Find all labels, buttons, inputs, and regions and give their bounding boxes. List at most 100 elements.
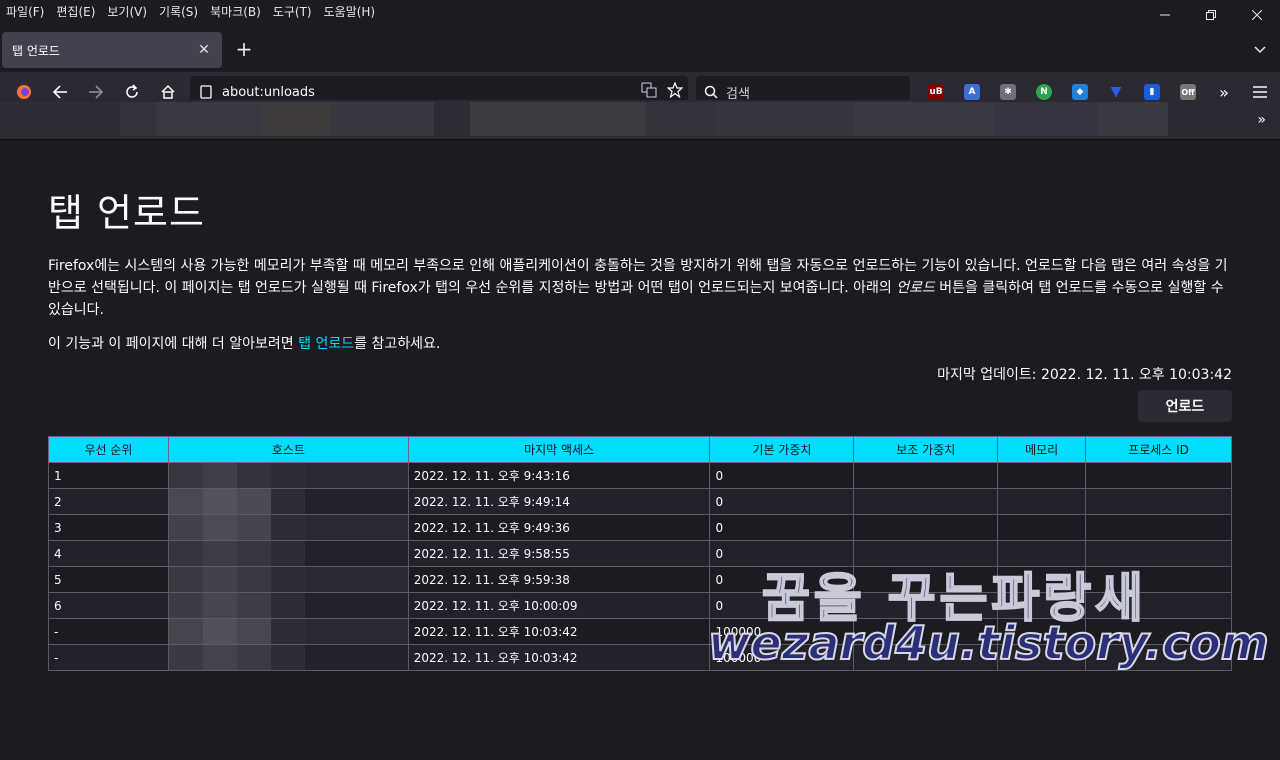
tab-strip: 탭 언로드 ✕ +	[0, 24, 1280, 72]
bookmark-blurred[interactable]	[646, 102, 716, 136]
cell-last-access: 2022. 12. 11. 오후 10:00:09	[407, 592, 711, 619]
column-header-last-access: 마지막 액세스	[407, 436, 711, 463]
bookmark-blurred[interactable]	[716, 102, 854, 136]
bookmark-blurred[interactable]	[994, 102, 1098, 136]
cell-memory	[997, 462, 1087, 489]
minimize-icon	[1160, 14, 1170, 16]
menu-help[interactable]: 도움말(H)	[318, 2, 382, 22]
host-blurred	[168, 515, 305, 540]
watermark-url: wezard4u.tistory.com	[707, 615, 1270, 671]
learn-more-link[interactable]: 탭 언로드	[298, 336, 354, 352]
cell-memory	[997, 514, 1087, 541]
translate-icon[interactable]	[636, 82, 662, 102]
cell-host	[167, 540, 409, 567]
cell-priority: 2	[48, 488, 169, 515]
about-unloads-page: 탭 언로드 Firefox에는 시스템의 사용 가능한 메모리가 부족할 때 메…	[48, 140, 1232, 671]
page-title: 탭 언로드	[48, 191, 205, 235]
cell-memory	[997, 488, 1087, 515]
cell-secondary-weight	[853, 462, 999, 489]
cell-process-id	[1085, 488, 1232, 515]
cell-last-access: 2022. 12. 11. 오후 10:03:42	[407, 644, 711, 671]
host-blurred	[168, 645, 305, 670]
bookmark-blurred[interactable]	[854, 102, 994, 136]
column-header-priority: 우선 순위	[48, 436, 169, 463]
tab-close-icon[interactable]: ✕	[196, 42, 212, 58]
column-header-process-id: 프로세스 ID	[1085, 436, 1232, 463]
bookmark-blurred[interactable]	[470, 102, 646, 136]
bookmark-blurred[interactable]	[0, 102, 120, 136]
learn-more-suffix: 를 참고하세요.	[354, 336, 441, 352]
cell-base-weight: 0	[709, 488, 855, 515]
bookmark-blurred[interactable]	[434, 102, 470, 136]
menu-file[interactable]: 파일(F)	[0, 2, 50, 22]
forward-arrow-icon	[89, 85, 104, 99]
bookmark-blurred[interactable]	[330, 102, 434, 136]
menu-bookmarks[interactable]: 북마크(B)	[204, 2, 267, 22]
cell-host	[167, 592, 409, 619]
home-icon	[161, 84, 175, 99]
cell-last-access: 2022. 12. 11. 오후 9:58:55	[407, 540, 711, 567]
host-blurred	[168, 593, 305, 618]
menu-tools[interactable]: 도구(T)	[267, 2, 318, 22]
cell-host	[167, 488, 409, 515]
bookmarks-overflow-chevrons-icon[interactable]: »	[1257, 112, 1266, 128]
table-row: 3 2022. 12. 11. 오후 9:49:36 0	[48, 514, 1232, 541]
search-icon	[704, 85, 718, 99]
reload-icon	[126, 84, 138, 98]
bookmark-blurred[interactable]	[120, 102, 156, 136]
bookmarks-toolbar: »	[0, 100, 1280, 140]
new-tab-button[interactable]: +	[232, 38, 256, 62]
cell-priority: 5	[48, 566, 169, 593]
unload-button[interactable]: 언로드	[1138, 390, 1232, 422]
menu-bar: 파일(F) 편집(E) 보기(V) 기록(S) 북마크(B) 도구(T) 도움말…	[0, 0, 1280, 24]
tab-unloads[interactable]: 탭 언로드 ✕	[2, 32, 222, 68]
learn-more-prefix: 이 기능과 이 페이지에 대해 더 알아보려면	[48, 336, 299, 352]
cell-base-weight: 0	[709, 514, 855, 541]
cell-last-access: 2022. 12. 11. 오후 10:03:42	[407, 618, 711, 645]
menu-view[interactable]: 보기(V)	[101, 2, 153, 22]
cell-host	[167, 566, 409, 593]
menu-history[interactable]: 기록(S)	[153, 2, 204, 22]
tab-title: 탭 언로드	[12, 43, 60, 58]
cell-secondary-weight	[853, 514, 999, 541]
bookmark-star-icon[interactable]	[662, 81, 688, 102]
tab-list-chevron-down-icon[interactable]	[1250, 38, 1270, 62]
cell-priority: 6	[48, 592, 169, 619]
cell-last-access: 2022. 12. 11. 오후 9:59:38	[407, 566, 711, 593]
cell-priority: -	[48, 618, 169, 645]
cell-base-weight: 0	[709, 462, 855, 489]
bookmark-blurred[interactable]	[156, 102, 260, 136]
back-arrow-icon	[52, 85, 67, 99]
cell-process-id	[1085, 462, 1232, 489]
cell-host	[167, 644, 409, 671]
cell-last-access: 2022. 12. 11. 오후 9:49:14	[407, 488, 711, 515]
cell-priority: 4	[48, 540, 169, 567]
menu-edit[interactable]: 편집(E)	[50, 2, 101, 22]
bookmark-blurred[interactable]	[260, 102, 330, 136]
url-text[interactable]: about:unloads	[222, 85, 636, 100]
restore-icon	[1206, 10, 1216, 20]
bookmark-blurred[interactable]	[1098, 102, 1168, 136]
page-icon	[200, 85, 212, 99]
cell-process-id	[1085, 514, 1232, 541]
search-input[interactable]: 검색	[726, 83, 750, 102]
host-blurred	[168, 567, 305, 592]
cell-secondary-weight	[853, 488, 999, 515]
column-header-secondary-weight: 보조 가중치	[853, 436, 999, 463]
column-header-host: 호스트	[167, 436, 409, 463]
cell-priority: 3	[48, 514, 169, 541]
column-header-memory: 메모리	[997, 436, 1087, 463]
host-blurred	[168, 541, 305, 566]
table-row: 1 2022. 12. 11. 오후 9:43:16 0	[48, 462, 1232, 489]
host-blurred	[168, 463, 305, 488]
column-header-base-weight: 기본 가중치	[709, 436, 855, 463]
cell-priority: 1	[48, 462, 169, 489]
cell-priority: -	[48, 644, 169, 671]
firefox-icon	[17, 85, 31, 99]
host-blurred	[168, 489, 305, 514]
table-row: 2 2022. 12. 11. 오후 9:49:14 0	[48, 488, 1232, 515]
close-icon	[1252, 10, 1262, 20]
cell-last-access: 2022. 12. 11. 오후 9:49:36	[407, 514, 711, 541]
learn-more-text: 이 기능과 이 페이지에 대해 더 알아보려면 탭 언로드를 참고하세요.	[48, 333, 1232, 355]
description-unload-emphasis: 언로드	[896, 280, 935, 296]
